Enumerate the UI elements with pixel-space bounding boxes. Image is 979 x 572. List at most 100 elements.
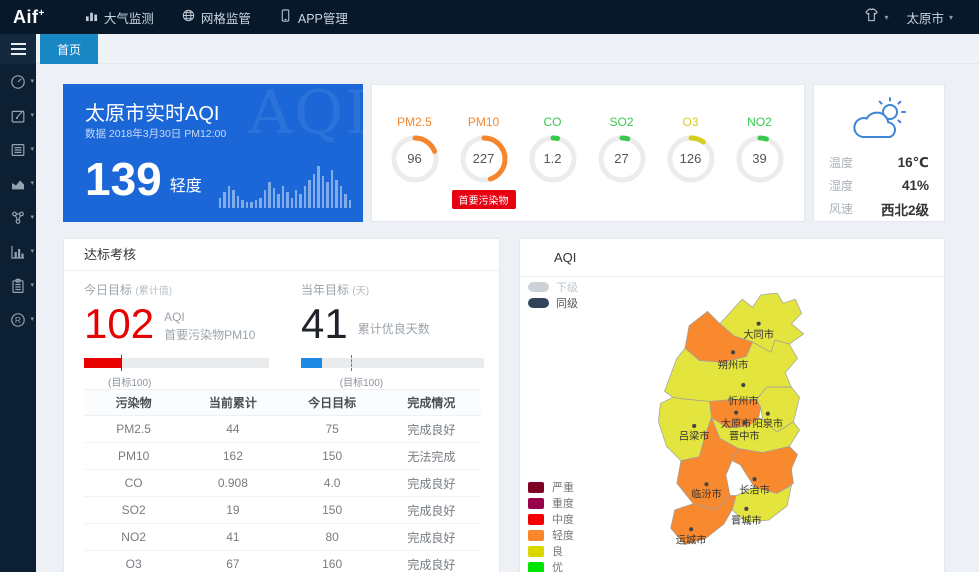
trend-bar bbox=[282, 186, 284, 208]
table-header-cell: 完成情况 bbox=[382, 390, 481, 416]
dashboard-icon bbox=[10, 74, 26, 90]
gauge-value: 39 bbox=[735, 134, 785, 184]
trend-bar bbox=[331, 170, 333, 208]
trend-bar bbox=[317, 166, 319, 208]
table-cell: 完成良好 bbox=[382, 416, 481, 443]
menu-air-monitoring[interactable]: 大气监测 bbox=[71, 0, 168, 34]
province-map: 大同市朔州市忻州市阳泉市太原市晋中市吕梁市临汾市长治市晋城市运城市 bbox=[646, 293, 814, 561]
trend-bar bbox=[237, 196, 239, 208]
trend-bar bbox=[250, 202, 252, 208]
bar-chart-icon bbox=[85, 9, 98, 25]
registered-icon: R bbox=[10, 312, 26, 328]
sidebar-item-edit[interactable]: ▾ bbox=[0, 99, 36, 132]
trend-bar bbox=[308, 180, 310, 208]
legend-swatch bbox=[528, 482, 544, 493]
chevron-down-icon: ▾ bbox=[30, 77, 34, 85]
sidebar-item-dashboard[interactable]: ▾ bbox=[0, 65, 36, 98]
table-row: O367160完成良好 bbox=[84, 551, 481, 572]
toggle-label: 下级 bbox=[556, 279, 578, 295]
table-header-cell: 当前累计 bbox=[183, 390, 282, 416]
app-window: Aif+ 大气监测 网格监管 APP管理 ▾ 太原市 ▾ bbox=[0, 0, 979, 572]
trend-bar bbox=[322, 176, 324, 208]
table-row: NO24180完成良好 bbox=[84, 524, 481, 551]
city-label-晋城市: 晋城市 bbox=[731, 514, 762, 527]
menu-app-management[interactable]: APP管理 bbox=[265, 0, 362, 34]
legend-label: 重度 bbox=[552, 495, 574, 511]
chevron-down-icon: ▾ bbox=[30, 281, 34, 289]
sidebar-item-area-chart[interactable]: ▾ bbox=[0, 167, 36, 200]
weather-card: 温度16℃湿度41%风速西北2级 bbox=[813, 84, 945, 222]
gauge-value: 227 bbox=[459, 134, 509, 184]
table-header-cell: 污染物 bbox=[84, 390, 183, 416]
sidebar-item-list[interactable]: ▾ bbox=[0, 133, 36, 166]
aqi-trend-mini-bars bbox=[219, 164, 351, 208]
sidebar-item-registered[interactable]: R▾ bbox=[0, 303, 36, 336]
city-label-吕梁市: 吕梁市 bbox=[679, 429, 710, 442]
tab-home[interactable]: 首页 bbox=[40, 34, 98, 64]
tab-bar: 首页 bbox=[36, 34, 979, 64]
today-target-block: 今日目标 (累计值) 102 AQI首要污染物PM10 (目标100) bbox=[84, 281, 284, 389]
legend-swatch bbox=[528, 514, 544, 525]
city-dot-阳泉市 bbox=[766, 412, 770, 416]
menu-label: APP管理 bbox=[298, 8, 348, 27]
table-cell: 完成良好 bbox=[382, 497, 481, 524]
table-row: CO0.9084.0完成良好 bbox=[84, 470, 481, 497]
city-label-忻州市: 忻州市 bbox=[728, 394, 759, 407]
sidebar-item-clipboard[interactable]: ▾ bbox=[0, 269, 36, 302]
list-icon bbox=[10, 142, 26, 158]
t-shirt-icon bbox=[864, 8, 879, 27]
toggle-swatch bbox=[528, 282, 549, 292]
pollutant-target-table: 污染物当前累计今日目标完成情况 PM2.54475完成良好PM10162150无… bbox=[84, 389, 481, 572]
gauge-value: 96 bbox=[390, 134, 440, 184]
gauge-label: PM2.5 bbox=[380, 115, 449, 129]
navbar-right: ▾ 太原市 ▾ bbox=[864, 8, 953, 27]
trend-bar bbox=[241, 200, 243, 208]
city-selector[interactable]: 太原市 ▾ bbox=[906, 8, 953, 27]
trend-bar bbox=[326, 182, 328, 208]
year-target-desc: 累计优良天数 bbox=[358, 302, 430, 346]
gauge-value: 1.2 bbox=[528, 134, 578, 184]
gauge-ring: 39 bbox=[735, 134, 785, 184]
legend-item-优: 优 bbox=[528, 559, 574, 572]
gauge-pm10: PM10227首要污染物 bbox=[449, 115, 518, 221]
table-cell: 75 bbox=[283, 416, 382, 443]
map-toggle-下级[interactable]: 下级 bbox=[528, 279, 578, 295]
table-cell: 41 bbox=[183, 524, 282, 551]
map-toggle-同级[interactable]: 同级 bbox=[528, 295, 578, 311]
sidebar-item-bar-chart[interactable]: ▾ bbox=[0, 235, 36, 268]
legend-swatch bbox=[528, 562, 544, 572]
map-panel-title: AQI bbox=[520, 239, 944, 277]
city-selector-label: 太原市 bbox=[906, 8, 944, 27]
legend-swatch bbox=[528, 498, 544, 509]
table-cell: 4.0 bbox=[283, 470, 382, 497]
city-dot-晋城市 bbox=[744, 507, 748, 511]
weather-value: 16℃ bbox=[898, 155, 929, 171]
aqi-watermark: AQI bbox=[249, 84, 363, 148]
table-cell: 67 bbox=[183, 551, 282, 572]
gauge-ring: 27 bbox=[597, 134, 647, 184]
edit-icon bbox=[10, 108, 26, 124]
sidebar-item-share-nodes[interactable]: ▾ bbox=[0, 201, 36, 234]
trend-bar bbox=[340, 186, 342, 208]
weather-row: 风速西北2级 bbox=[829, 197, 929, 220]
trend-bar bbox=[273, 188, 275, 208]
app-logo: Aif+ bbox=[13, 7, 45, 28]
gauge-o3: O3126 bbox=[656, 115, 725, 221]
aqi-card-subtitle: 数据 2018年3月30日 PM12:00 bbox=[85, 126, 226, 141]
legend-swatch bbox=[528, 546, 544, 557]
pollutant-gauges-card: PM2.596PM10227首要污染物CO1.2SO227O3126NO239 bbox=[371, 84, 805, 222]
table-row: PM2.54475完成良好 bbox=[84, 416, 481, 443]
gauge-label: PM10 bbox=[449, 115, 518, 129]
aqi-map-panel: AQI 下级同级 严重重度中度轻度良优 大同市朔州市忻州市阳泉市太原市晋中市吕梁… bbox=[519, 238, 945, 572]
legend-label: 严重 bbox=[552, 479, 574, 495]
sidebar-toggle[interactable] bbox=[0, 34, 36, 64]
legend-item-严重: 严重 bbox=[528, 479, 574, 495]
table-cell: CO bbox=[84, 470, 183, 497]
gauge-no2: NO239 bbox=[725, 115, 794, 221]
menu-grid-supervision[interactable]: 网格监管 bbox=[168, 0, 265, 34]
toggle-swatch bbox=[528, 298, 549, 308]
theme-selector[interactable]: ▾ bbox=[864, 8, 888, 27]
svg-text:R: R bbox=[15, 315, 21, 325]
main-area: 首页 AQI 太原市实时AQI 数据 2018年3月30日 PM12:00 13… bbox=[36, 34, 979, 572]
table-cell: NO2 bbox=[84, 524, 183, 551]
